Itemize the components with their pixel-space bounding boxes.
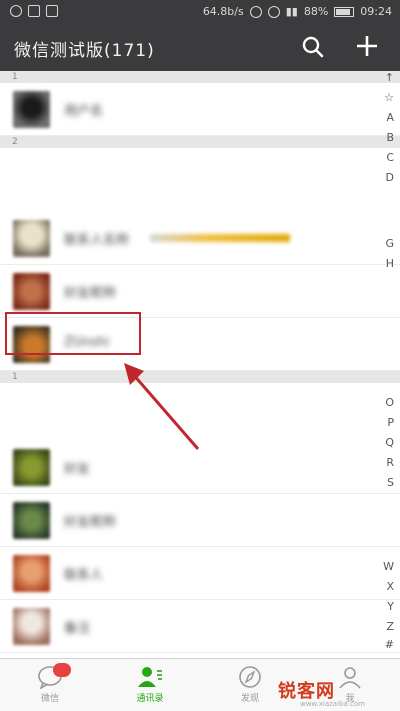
- contact-name: 用户名: [64, 104, 104, 119]
- status-bar: 64.8b/s ▮▮ 88% 09:24: [0, 0, 400, 24]
- clock: 09:24: [360, 5, 392, 18]
- contact-row[interactable]: 用户名: [0, 83, 400, 136]
- index-letter[interactable]: ☆: [384, 91, 394, 104]
- contact-row[interactable]: 好友昵称: [0, 265, 400, 318]
- list-spacer: [0, 148, 400, 212]
- index-letter[interactable]: Y: [387, 600, 394, 613]
- compass-icon: [239, 666, 261, 688]
- watermark-url: www.xiazaiba.com: [300, 700, 365, 708]
- signal-icon: ▮▮: [285, 5, 298, 18]
- index-letter[interactable]: D: [386, 171, 394, 184]
- app-notification-icon: [28, 5, 40, 17]
- index-letter[interactable]: Z: [386, 620, 394, 633]
- index-letter[interactable]: C: [386, 151, 394, 164]
- battery-icon: [334, 6, 355, 17]
- tab-chats[interactable]: 微信: [0, 661, 100, 711]
- index-letter[interactable]: X: [386, 580, 394, 593]
- contact-name: 联系人: [64, 568, 104, 583]
- contact-row[interactable]: 好友昵称: [0, 494, 400, 547]
- index-letter[interactable]: H: [386, 257, 394, 270]
- index-letter[interactable]: P: [387, 416, 394, 429]
- contact-row[interactable]: 备注: [0, 600, 400, 653]
- network-speed: 64.8b/s: [202, 5, 244, 18]
- battery-percent: 88%: [303, 5, 329, 18]
- tab-bar: 微信 通讯录 发现 我 锐客网 www.xiazaiba.com: [0, 658, 400, 711]
- index-letter[interactable]: ↑: [385, 71, 394, 84]
- image-notification-icon: [46, 5, 58, 17]
- notification-icon: [10, 5, 22, 17]
- index-letter[interactable]: A: [386, 111, 394, 124]
- watermark-logo: 锐客网 www.xiazaiba.com: [278, 663, 390, 708]
- index-letter[interactable]: B: [386, 131, 394, 144]
- title-bar: 微信测试版(171): [0, 24, 400, 71]
- search-icon[interactable]: [300, 34, 326, 60]
- tab-label: 通讯录: [136, 694, 164, 704]
- blurred-name-extension: [150, 234, 290, 242]
- alarm-icon: [249, 5, 262, 18]
- index-letter[interactable]: #: [385, 638, 394, 651]
- highlight-box: [5, 312, 141, 355]
- page-title: 微信测试版(171): [14, 41, 155, 61]
- index-letter[interactable]: G: [385, 237, 394, 250]
- avatar: [13, 220, 50, 257]
- alphabet-index[interactable]: ↑ ☆ A B C D G H O P Q R S W X Y Z #: [378, 71, 400, 658]
- avatar: [13, 502, 50, 539]
- section-header: 1: [0, 71, 400, 83]
- unread-badge: [53, 663, 71, 677]
- index-letter[interactable]: S: [387, 476, 394, 489]
- tab-contacts[interactable]: 通讯录: [100, 661, 200, 711]
- wifi-icon: [267, 5, 280, 18]
- add-icon[interactable]: [354, 33, 380, 59]
- contact-name: 备注: [64, 621, 91, 636]
- contacts-icon: [138, 667, 162, 687]
- contact-row[interactable]: 联系人名称: [0, 212, 400, 265]
- contact-list[interactable]: 1 用户名 2 联系人名称 好友昵称 ZUnshi 1 好友 好友昵称 联系人 …: [0, 71, 400, 658]
- contact-name: 好友昵称: [64, 515, 117, 530]
- contact-row[interactable]: 联系人: [0, 547, 400, 600]
- index-letter[interactable]: O: [385, 396, 394, 409]
- contact-name: 好友昵称: [64, 286, 117, 301]
- tab-label: 微信: [40, 694, 59, 704]
- index-letter[interactable]: Q: [385, 436, 394, 449]
- contact-name: 好友: [64, 462, 91, 477]
- avatar: [13, 608, 50, 645]
- section-header: 2: [0, 136, 400, 148]
- avatar: [13, 91, 50, 128]
- contact-name: 联系人名称: [64, 233, 130, 248]
- avatar: [13, 555, 50, 592]
- avatar: [13, 273, 50, 310]
- index-letter[interactable]: W: [383, 560, 394, 573]
- avatar: [13, 449, 50, 486]
- index-letter[interactable]: R: [386, 456, 394, 469]
- annotation-arrow-icon: [124, 363, 200, 450]
